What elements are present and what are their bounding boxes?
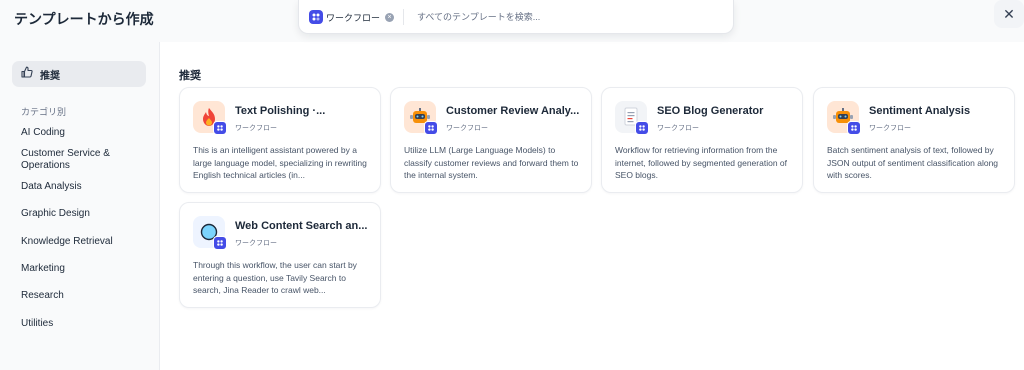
workflow-badge-icon bbox=[213, 121, 227, 135]
workflow-filter-chip[interactable]: ワークフロー × bbox=[309, 9, 395, 25]
sidebar-item-graphic-design[interactable]: Graphic Design bbox=[21, 208, 151, 220]
workflow-badge-icon bbox=[213, 236, 227, 250]
workflow-badge-icon bbox=[424, 121, 438, 135]
card-description: Utilize LLM (Large Language Models) to c… bbox=[404, 145, 579, 180]
template-card[interactable]: Text Polishing ·... ワークフロー This is an in… bbox=[179, 87, 381, 193]
card-type: ワークフロー bbox=[446, 125, 488, 132]
page-title: テンプレートから作成 bbox=[14, 11, 154, 27]
card-type: ワークフロー bbox=[657, 125, 699, 132]
card-type: ワークフロー bbox=[235, 125, 277, 132]
card-description: Through this workflow, the user can star… bbox=[193, 260, 357, 295]
section-heading: 推奨 bbox=[179, 70, 201, 82]
search-input[interactable] bbox=[417, 8, 717, 26]
template-card[interactable]: Customer Review Analy... ワークフロー Utilize … bbox=[390, 87, 592, 193]
workflow-badge-icon bbox=[635, 121, 649, 135]
sidebar-item-data-analysis[interactable]: Data Analysis bbox=[21, 181, 151, 193]
sidebar-item-marketing[interactable]: Marketing bbox=[21, 263, 151, 275]
sidebar: 推奨 カテゴリ別 AI Coding Customer Service & Op… bbox=[0, 42, 160, 370]
card-description: Workflow for retrieving information from… bbox=[615, 145, 788, 180]
card-description: Batch sentiment analysis of text, follow… bbox=[827, 145, 999, 180]
category-heading: カテゴリ別 bbox=[21, 107, 67, 117]
close-button[interactable]: ✕ bbox=[994, 0, 1024, 28]
chip-label: ワークフロー bbox=[326, 12, 381, 23]
card-description: This is an intelligent assistant powered… bbox=[193, 145, 367, 180]
sidebar-item-customer-service[interactable]: Customer Service & Operations bbox=[21, 148, 151, 172]
card-title: Text Polishing ·... bbox=[235, 105, 326, 117]
card-title: Web Content Search an... bbox=[235, 220, 368, 232]
close-icon: ✕ bbox=[1003, 5, 1015, 22]
workflow-badge-icon bbox=[847, 121, 861, 135]
sidebar-item-ai-coding[interactable]: AI Coding bbox=[21, 127, 151, 139]
card-title: SEO Blog Generator bbox=[657, 105, 764, 117]
card-type: ワークフロー bbox=[235, 240, 277, 247]
clear-chip-icon[interactable]: × bbox=[385, 12, 395, 22]
divider bbox=[403, 9, 404, 25]
sidebar-item-utilities[interactable]: Utilities bbox=[21, 318, 151, 330]
workflow-icon bbox=[309, 10, 323, 24]
card-title: Customer Review Analy... bbox=[446, 105, 580, 117]
template-card[interactable]: SEO Blog Generator ワークフロー Workflow for r… bbox=[601, 87, 803, 193]
template-card[interactable]: Web Content Search an... ワークフロー Through … bbox=[179, 202, 381, 308]
sidebar-item-label: 推奨 bbox=[40, 70, 60, 82]
template-card[interactable]: Sentiment Analysis ワークフロー Batch sentimen… bbox=[813, 87, 1015, 193]
card-type: ワークフロー bbox=[869, 125, 911, 132]
thumbs-up-icon bbox=[21, 65, 33, 83]
search-bar[interactable]: ワークフロー × bbox=[298, 0, 734, 34]
sidebar-item-knowledge-retrieval[interactable]: Knowledge Retrieval bbox=[21, 236, 151, 248]
sidebar-item-research[interactable]: Research bbox=[21, 290, 151, 302]
card-title: Sentiment Analysis bbox=[869, 105, 971, 117]
sidebar-item-recommended[interactable]: 推奨 bbox=[12, 61, 146, 87]
